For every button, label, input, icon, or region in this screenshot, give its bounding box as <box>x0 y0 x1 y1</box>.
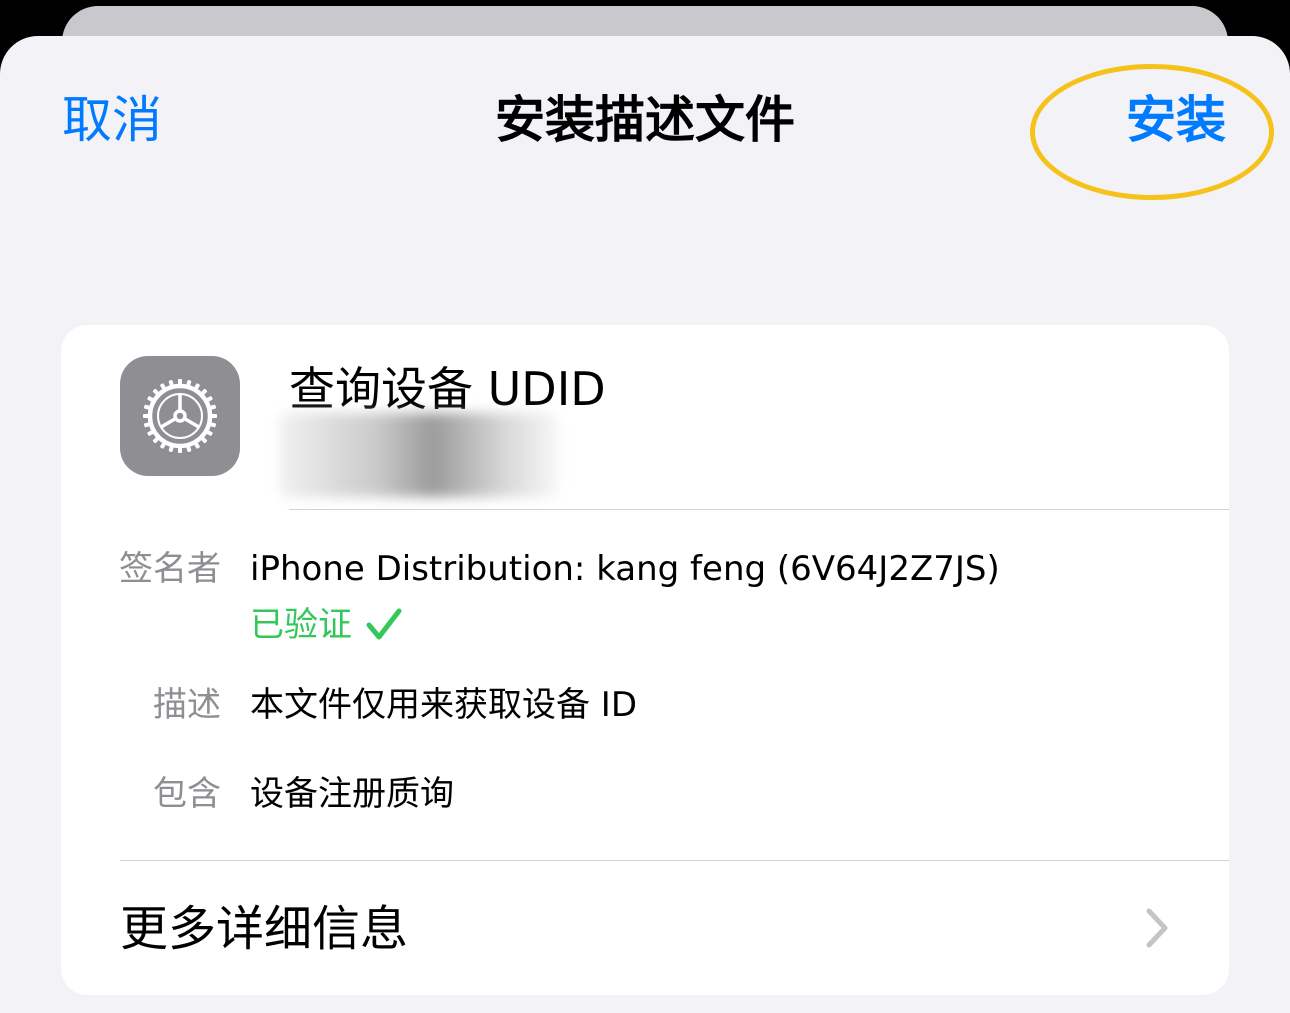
gear-tooth <box>209 414 217 418</box>
signer-label: 签名者 <box>119 549 221 589</box>
contains-label: 包含 <box>153 774 221 814</box>
profile-name: 查询设备 UDID <box>289 362 606 416</box>
chevron-right-icon <box>1146 908 1168 948</box>
more-details-label: 更多详细信息 <box>120 901 409 957</box>
gear-tooth <box>178 445 182 453</box>
description-value: 本文件仅用来获取设备 ID <box>250 685 638 725</box>
cancel-button[interactable]: 取消 <box>62 88 162 152</box>
redacted-subtitle <box>279 413 559 497</box>
divider <box>289 509 1229 510</box>
description-label: 描述 <box>153 685 221 725</box>
nav-title: 安装描述文件 <box>495 91 795 149</box>
verified-label: 已验证 <box>250 605 352 645</box>
gear-icon-graphic <box>143 379 217 453</box>
checkmark-icon <box>366 608 402 640</box>
more-details-row[interactable]: 更多详细信息 <box>61 861 1229 995</box>
install-button[interactable]: 安装 <box>1126 88 1226 152</box>
gear-icon <box>120 356 240 476</box>
contains-value: 设备注册质询 <box>250 774 454 814</box>
verified-status: 已验证 <box>250 603 404 647</box>
gear-tooth <box>178 379 182 387</box>
signer-value: iPhone Distribution: kang feng (6V64J2Z7… <box>250 549 1000 589</box>
gear-tooth <box>143 414 151 418</box>
screen: 安装描述文件 取消 安装 查询设备 UDID 签名者 iPhone Distri… <box>0 0 1290 1013</box>
profile-card: 查询设备 UDID 签名者 iPhone Distribution: kang … <box>61 325 1229 995</box>
